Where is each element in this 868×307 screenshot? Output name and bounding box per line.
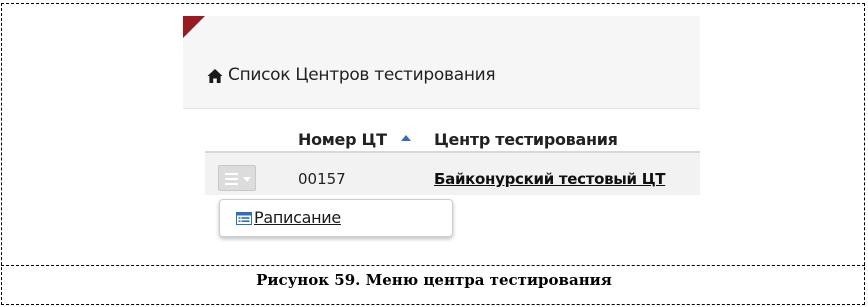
app-window: Список Центров тестирования Номер ЦТ Цен… <box>183 16 700 257</box>
brand-corner <box>183 16 205 38</box>
hamburger-menu-icon <box>225 173 238 188</box>
home-icon <box>207 69 223 83</box>
center-name-link[interactable]: Байконурский тестовый ЦТ <box>434 170 666 188</box>
page-title: Список Центров тестирования <box>228 65 496 85</box>
column-header-center[interactable]: Центр тестирования <box>434 130 618 149</box>
caption-divider <box>1 265 865 266</box>
sort-ascending-icon[interactable] <box>401 135 411 141</box>
list-icon <box>236 212 252 225</box>
table-row: 00157 Байконурский тестовый ЦТ <box>205 153 700 195</box>
row-menu-button[interactable] <box>218 165 256 191</box>
menu-item-schedule[interactable]: Раписание <box>254 208 341 227</box>
center-number-cell: 00157 <box>298 170 346 188</box>
row-menu-dropdown: Раписание <box>219 199 453 237</box>
caret-down-icon <box>243 177 251 182</box>
page-header: Список Центров тестирования <box>183 16 700 109</box>
column-header-number[interactable]: Номер ЦТ <box>298 130 387 149</box>
figure-caption: Рисунок 59. Меню центра тестирования <box>256 271 612 289</box>
